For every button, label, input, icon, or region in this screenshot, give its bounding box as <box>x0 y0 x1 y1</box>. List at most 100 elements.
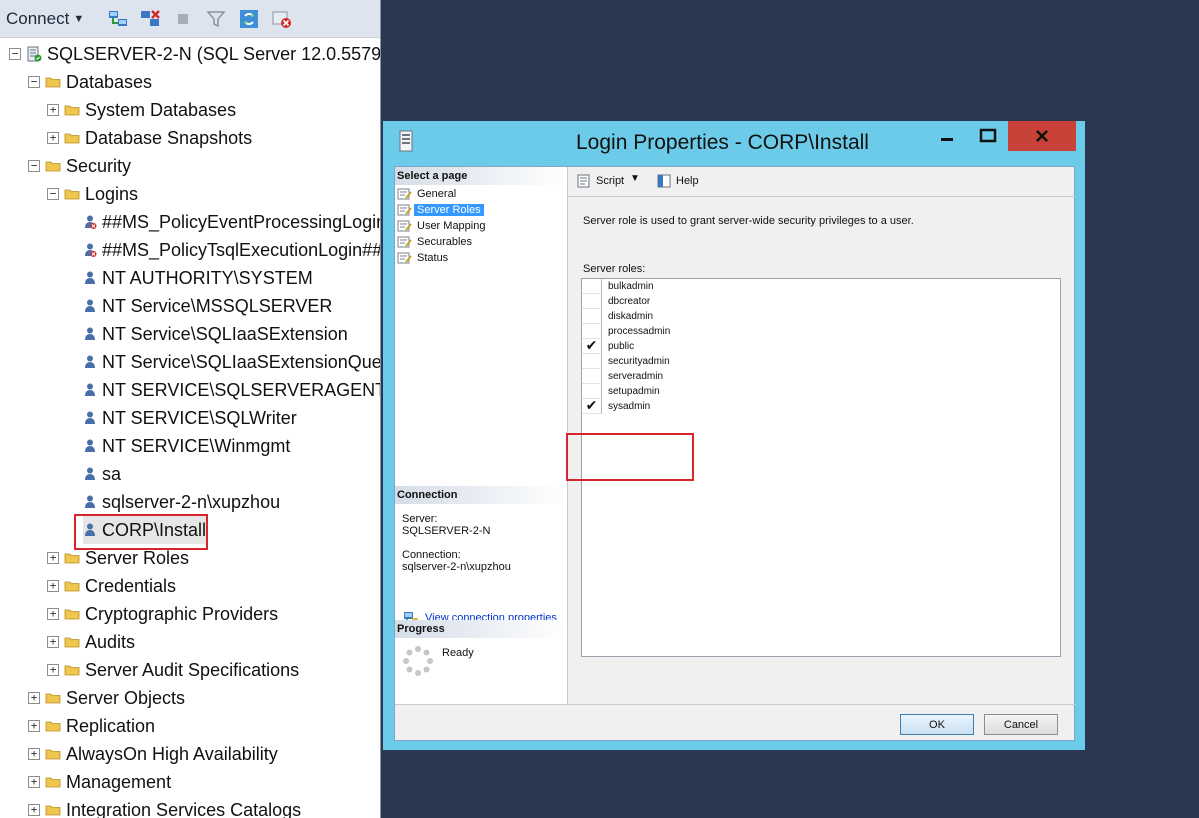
role-checkbox[interactable] <box>582 369 602 384</box>
login-icon <box>83 466 102 482</box>
activity-monitor-icon[interactable] <box>270 8 294 30</box>
page-icon <box>397 235 417 249</box>
tree-node[interactable]: + Database Snapshots <box>47 124 252 152</box>
tree-node[interactable]: NT Service\SQLIaaSExtension <box>83 320 348 348</box>
expand-icon[interactable]: + <box>47 664 59 676</box>
tree-node[interactable]: ##MS_PolicyEventProcessingLogin## <box>83 208 380 236</box>
role-checkbox[interactable] <box>582 279 602 294</box>
page-item[interactable]: General <box>397 186 456 202</box>
connect-object-explorer-icon[interactable] <box>106 8 130 30</box>
tree-node[interactable]: sa <box>83 460 121 488</box>
script-button[interactable]: Script <box>576 173 624 189</box>
connection-label: Connection: <box>402 549 461 561</box>
tree-node[interactable]: − Logins <box>47 180 138 208</box>
disconnect-icon[interactable] <box>138 8 162 30</box>
role-name: public <box>608 341 635 352</box>
tree-node-label: NT Service\SQLIaaSExtension <box>102 324 348 344</box>
collapse-icon[interactable]: − <box>28 160 40 172</box>
tree-node[interactable]: + Server Audit Specifications <box>47 656 299 684</box>
tree-node[interactable]: sqlserver-2-n\xupzhou <box>83 488 280 516</box>
expand-icon[interactable]: + <box>28 776 40 788</box>
connect-label: Connect <box>6 9 70 28</box>
tree-node[interactable]: NT AUTHORITY\SYSTEM <box>83 264 313 292</box>
expand-icon[interactable]: + <box>28 748 40 760</box>
stop-icon[interactable] <box>171 8 195 30</box>
role-checkbox[interactable]: ✔ <box>582 398 602 414</box>
page-item[interactable]: User Mapping <box>397 218 485 234</box>
expand-icon[interactable]: + <box>47 104 59 116</box>
tree-node[interactable]: NT SERVICE\SQLWriter <box>83 404 297 432</box>
collapse-icon[interactable]: − <box>28 76 40 88</box>
tree-node-label: NT Service\MSSQLSERVER <box>102 296 333 316</box>
login-icon <box>83 298 102 314</box>
tree-node[interactable]: + Cryptographic Providers <box>47 600 278 628</box>
object-explorer-toolbar: Connect ▼ <box>0 0 380 38</box>
filter-icon[interactable] <box>204 8 228 30</box>
expand-icon[interactable]: + <box>47 580 59 592</box>
expand-icon[interactable]: + <box>28 692 40 704</box>
tree-node[interactable]: + Management <box>28 768 171 796</box>
role-checkbox[interactable]: ✔ <box>582 338 602 354</box>
connect-button[interactable]: Connect ▼ <box>6 8 84 30</box>
collapse-icon[interactable]: − <box>47 188 59 200</box>
tree-node[interactable]: + Replication <box>28 712 155 740</box>
cancel-button[interactable]: Cancel <box>984 714 1058 735</box>
tree-node[interactable]: − Security <box>28 152 131 180</box>
tree-node[interactable]: + Audits <box>47 628 135 656</box>
expand-icon[interactable]: + <box>47 608 59 620</box>
tree-node[interactable]: + Integration Services Catalogs <box>28 796 301 818</box>
minimize-button[interactable] <box>926 121 968 151</box>
tree-node[interactable]: NT Service\MSSQLSERVER <box>83 292 332 320</box>
tree-node[interactable]: − Databases <box>28 68 152 96</box>
tree-node[interactable]: − SQLSERVER-2-N (SQL Server 12.0.5579.0 - <box>9 40 380 68</box>
role-checkbox[interactable] <box>582 384 602 399</box>
folder-icon <box>64 608 85 620</box>
tree-node[interactable]: + System Databases <box>47 96 236 124</box>
folder-icon <box>45 76 66 88</box>
role-checkbox[interactable] <box>582 309 602 324</box>
script-dropdown-button[interactable]: ▼ <box>630 173 640 184</box>
dialog-title-bar[interactable]: Login Properties - CORP\Install <box>383 121 1085 161</box>
tree-node-label: sa <box>102 464 122 484</box>
tree-node[interactable]: + Credentials <box>47 572 176 600</box>
role-row: ✔ sysadmin <box>582 398 650 414</box>
tree-node[interactable]: + AlwaysOn High Availability <box>28 740 278 768</box>
tree-node[interactable]: NT SERVICE\SQLSERVERAGENT <box>83 376 380 404</box>
ok-button[interactable]: OK <box>900 714 974 735</box>
tree-node[interactable]: + Server Objects <box>28 684 185 712</box>
page-item-label: User Mapping <box>417 220 486 232</box>
maximize-button[interactable] <box>968 121 1008 151</box>
connection-header: Connection <box>395 486 567 504</box>
help-button[interactable]: Help <box>656 173 699 189</box>
page-item[interactable]: Securables <box>397 234 472 250</box>
role-checkbox[interactable] <box>582 294 602 309</box>
folder-icon <box>64 188 85 200</box>
refresh-icon[interactable] <box>237 8 261 30</box>
expand-icon[interactable]: + <box>28 720 40 732</box>
progress-area: Ready <box>402 645 474 677</box>
close-button[interactable] <box>1008 121 1076 151</box>
tree-node-label: Credentials <box>85 576 177 596</box>
page-item[interactable]: Status <box>397 250 448 266</box>
role-checkbox[interactable] <box>582 324 602 339</box>
role-checkbox[interactable] <box>582 354 602 369</box>
collapse-icon[interactable]: − <box>9 48 21 60</box>
role-row: ✔ public <box>582 338 635 354</box>
expand-icon[interactable]: + <box>47 636 59 648</box>
server-roles-label: Server roles: <box>583 263 646 275</box>
login-icon <box>83 438 102 454</box>
server-value: SQLSERVER-2-N <box>402 525 491 537</box>
tree-node[interactable]: NT SERVICE\Winmgmt <box>83 432 290 460</box>
tree-node[interactable]: ##MS_PolicyTsqlExecutionLogin## <box>83 236 380 264</box>
expand-icon[interactable]: + <box>47 552 59 564</box>
progress-spinner-icon <box>403 646 433 676</box>
tree-node[interactable]: NT Service\SQLIaaSExtensionQuery <box>83 348 380 376</box>
script-label: Script <box>596 175 625 187</box>
page-item[interactable]: Server Roles <box>397 202 484 218</box>
role-name: dbcreator <box>608 296 651 307</box>
expand-icon[interactable]: + <box>47 132 59 144</box>
tree-node-label: Database Snapshots <box>85 128 253 148</box>
folder-icon <box>45 160 66 172</box>
login-icon <box>83 410 102 426</box>
expand-icon[interactable]: + <box>28 804 40 816</box>
